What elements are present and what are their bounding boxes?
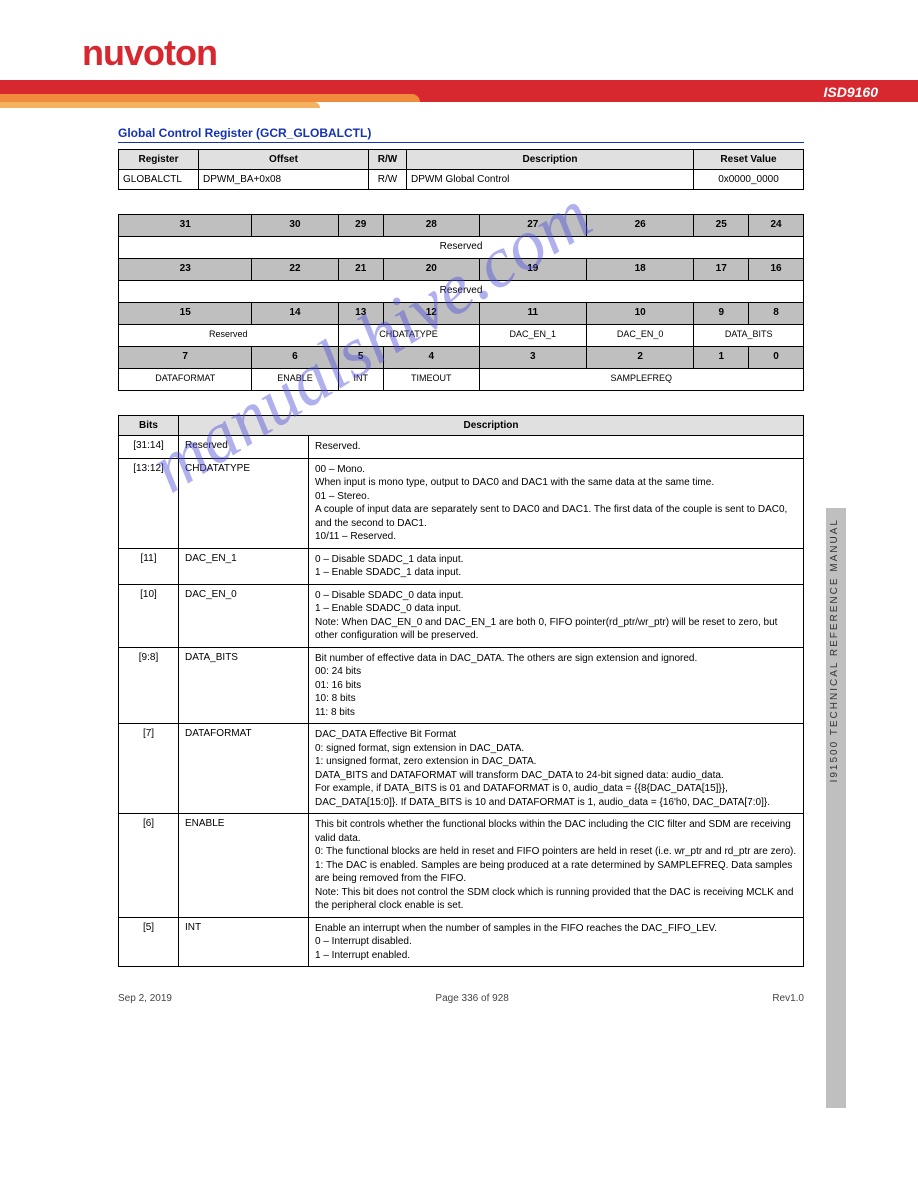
bit-num: 25 <box>694 215 749 237</box>
bit-num: 23 <box>119 259 252 281</box>
footer-rev: Rev1.0 <box>772 993 804 1004</box>
bit-num: 28 <box>383 215 479 237</box>
desc-text: This bit controls whether the functional… <box>309 814 804 918</box>
bit-num: 24 <box>749 215 804 237</box>
sidebar-text: I91500 TECHNICAL REFERENCE MANUAL <box>826 508 843 792</box>
bit-field: Reserved <box>119 281 804 303</box>
desc-bits: [5] <box>119 917 179 967</box>
desc-text: Reserved. <box>309 436 804 459</box>
overview-val-rw: R/W <box>369 170 407 190</box>
header-banner: ISD9160 <box>0 80 918 116</box>
register-overview-table: Register Offset R/W Description Reset Va… <box>118 149 804 190</box>
desc-bits: [9:8] <box>119 647 179 724</box>
bit-num: 21 <box>338 259 383 281</box>
bit-num: 5 <box>338 347 383 369</box>
footer-page: Page 336 of 928 <box>435 993 508 1004</box>
bit-field: Reserved <box>119 325 339 347</box>
desc-text: 00 – Mono. When input is mono type, outp… <box>309 458 804 548</box>
sidebar-label: I91500 TECHNICAL REFERENCE MANUAL <box>826 508 846 1108</box>
bit-num: 31 <box>119 215 252 237</box>
chip-title: ISD9160 <box>824 84 878 100</box>
desc-bits: [31:14] <box>119 436 179 459</box>
bit-num: 4 <box>383 347 479 369</box>
desc-name: DAC_EN_0 <box>179 584 309 647</box>
bit-field: SAMPLEFREQ <box>479 369 803 391</box>
desc-name: DATA_BITS <box>179 647 309 724</box>
overview-val-desc: DPWM Global Control <box>407 170 694 190</box>
bit-num: 0 <box>749 347 804 369</box>
bit-num: 11 <box>479 303 586 325</box>
bit-field: ENABLE <box>252 369 338 391</box>
bit-num: 29 <box>338 215 383 237</box>
overview-hdr-register: Register <box>119 150 199 170</box>
desc-text: Enable an interrupt when the number of s… <box>309 917 804 967</box>
desc-bits: [6] <box>119 814 179 918</box>
bit-num: 12 <box>383 303 479 325</box>
bit-num: 30 <box>252 215 338 237</box>
bit-num: 6 <box>252 347 338 369</box>
bit-num: 18 <box>586 259 693 281</box>
bit-num: 22 <box>252 259 338 281</box>
desc-text: 0 – Disable SDADC_0 data input. 1 – Enab… <box>309 584 804 647</box>
bit-num: 17 <box>694 259 749 281</box>
description-table: Bits Description [31:14] Reserved Reserv… <box>118 415 804 967</box>
desc-text: DAC_DATA Effective Bit Format 0: signed … <box>309 724 804 814</box>
bit-num: 26 <box>586 215 693 237</box>
bit-field: DATA_BITS <box>694 325 804 347</box>
desc-name: CHDATATYPE <box>179 458 309 548</box>
desc-text: Bit number of effective data in DAC_DATA… <box>309 647 804 724</box>
desc-name: ENABLE <box>179 814 309 918</box>
bit-field: DATAFORMAT <box>119 369 252 391</box>
bit-num: 19 <box>479 259 586 281</box>
bit-num: 20 <box>383 259 479 281</box>
overview-hdr-reset: Reset Value <box>694 150 804 170</box>
bit-num: 10 <box>586 303 693 325</box>
desc-name: DAC_EN_1 <box>179 548 309 584</box>
bit-num: 8 <box>749 303 804 325</box>
overview-hdr-desc: Description <box>407 150 694 170</box>
bit-field: DAC_EN_1 <box>479 325 586 347</box>
bit-num: 14 <box>252 303 338 325</box>
bit-num: 7 <box>119 347 252 369</box>
footer-date: Sep 2, 2019 <box>118 993 172 1004</box>
brand-logo: nuvoTon <box>0 0 918 80</box>
bitmap-table: 31 30 29 28 27 26 25 24 Reserved 23 22 2… <box>118 214 804 391</box>
overview-hdr-offset: Offset <box>199 150 369 170</box>
overview-val-offset: DPWM_BA+0x08 <box>199 170 369 190</box>
desc-text: 0 – Disable SDADC_1 data input. 1 – Enab… <box>309 548 804 584</box>
desc-name: Reserved <box>179 436 309 459</box>
bit-field: DAC_EN_0 <box>586 325 693 347</box>
bit-num: 27 <box>479 215 586 237</box>
desc-name: DATAFORMAT <box>179 724 309 814</box>
desc-bits: [13:12] <box>119 458 179 548</box>
desc-bits: [11] <box>119 548 179 584</box>
bit-field: CHDATATYPE <box>338 325 479 347</box>
desc-bits: [7] <box>119 724 179 814</box>
bit-num: 1 <box>694 347 749 369</box>
bit-field: TIMEOUT <box>383 369 479 391</box>
desc-name: INT <box>179 917 309 967</box>
page-footer: Sep 2, 2019 Page 336 of 928 Rev1.0 <box>0 967 918 1034</box>
desc-hdr-bits: Bits <box>119 416 179 436</box>
overview-hdr-rw: R/W <box>369 150 407 170</box>
desc-bits: [10] <box>119 584 179 647</box>
bit-num: 13 <box>338 303 383 325</box>
overview-val-register: GLOBALCTL <box>119 170 199 190</box>
bit-num: 9 <box>694 303 749 325</box>
bit-num: 15 <box>119 303 252 325</box>
bit-field: INT <box>338 369 383 391</box>
bit-num: 3 <box>479 347 586 369</box>
bit-num: 2 <box>586 347 693 369</box>
overview-val-reset: 0x0000_0000 <box>694 170 804 190</box>
register-title: Global Control Register (GCR_GLOBALCTL) <box>118 126 804 143</box>
bit-num: 16 <box>749 259 804 281</box>
desc-hdr-description: Description <box>179 416 804 436</box>
bit-field: Reserved <box>119 237 804 259</box>
